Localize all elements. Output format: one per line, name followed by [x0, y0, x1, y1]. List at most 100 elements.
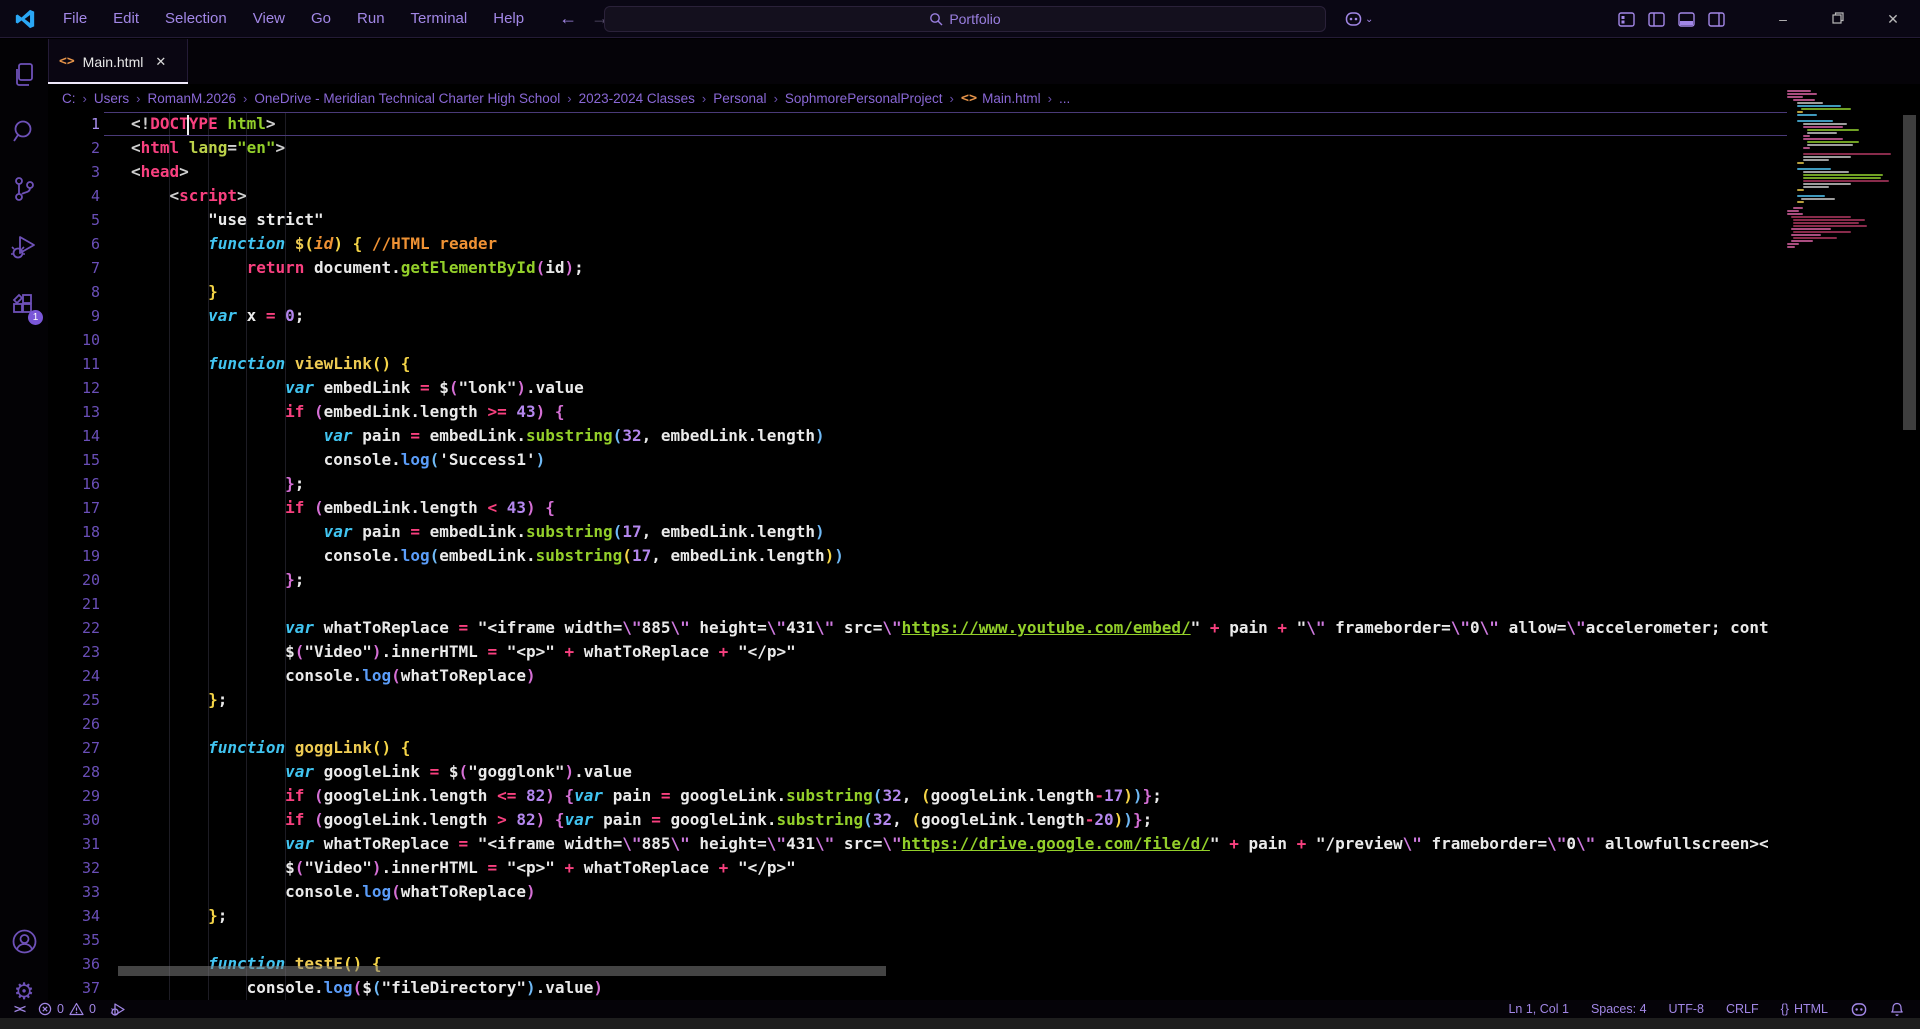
code-line-5[interactable]: 5 "use strict": [48, 208, 1787, 232]
minimap-row: [1803, 174, 1883, 176]
menu-item-view[interactable]: View: [240, 6, 298, 31]
code-line-19[interactable]: 19 console.log(embedLink.substring(17, e…: [48, 544, 1787, 568]
code-line-23[interactable]: 23 $("Video").innerHTML = "<p>" + whatTo…: [48, 640, 1787, 664]
code-line-20[interactable]: 20 };: [48, 568, 1787, 592]
code-line-16[interactable]: 16 };: [48, 472, 1787, 496]
account-button[interactable]: [0, 919, 48, 963]
code-line-14[interactable]: 14 var pain = embedLink.substring(32, em…: [48, 424, 1787, 448]
menu-item-go[interactable]: Go: [298, 6, 344, 31]
code-line-15[interactable]: 15 console.log('Success1'): [48, 448, 1787, 472]
breadcrumb-item[interactable]: Main.html: [982, 91, 1041, 106]
code-line-34[interactable]: 34 };: [48, 904, 1787, 928]
code-text: }: [118, 280, 218, 304]
code-line-13[interactable]: 13 if (embedLink.length >= 43) {: [48, 400, 1787, 424]
notifications-bell-icon[interactable]: [1890, 1002, 1904, 1017]
code-line-3[interactable]: 3<head>: [48, 160, 1787, 184]
tab-close-icon[interactable]: ✕: [155, 54, 166, 70]
code-line-21[interactable]: 21: [48, 592, 1787, 616]
vertical-scrollbar[interactable]: [1903, 115, 1916, 430]
code-line-25[interactable]: 25 };: [48, 688, 1787, 712]
line-number: 22: [48, 616, 118, 640]
minimap-row: [1807, 129, 1859, 131]
menu-item-selection[interactable]: Selection: [152, 6, 240, 31]
code-line-29[interactable]: 29 if (googleLink.length <= 82) {var pai…: [48, 784, 1787, 808]
cursor-position-status[interactable]: Ln 1, Col 1: [1508, 1002, 1568, 1016]
menu-item-file[interactable]: File: [50, 6, 100, 31]
minimize-button[interactable]: –: [1768, 11, 1798, 27]
remote-indicator[interactable]: ><: [14, 1002, 24, 1016]
breadcrumb-item[interactable]: SophmorePersonalProject: [785, 91, 943, 106]
menu-item-help[interactable]: Help: [480, 6, 537, 31]
toggle-primary-sidebar-icon[interactable]: [1648, 12, 1665, 27]
sidebar-item-search[interactable]: [0, 109, 48, 153]
code-line-1[interactable]: 1<!DOCTYPE html>: [48, 112, 1787, 136]
toggle-secondary-sidebar-icon[interactable]: [1708, 12, 1725, 27]
code-line-11[interactable]: 11 function viewLink() {: [48, 352, 1787, 376]
horizontal-scrollbar[interactable]: [118, 966, 886, 976]
code-line-4[interactable]: 4 <script>: [48, 184, 1787, 208]
code-line-37[interactable]: 37 console.log($("fileDirectory").value): [48, 976, 1787, 1000]
minimap-row: [1787, 210, 1799, 212]
breadcrumb-item[interactable]: Users: [94, 91, 129, 106]
menu-item-run[interactable]: Run: [344, 6, 398, 31]
customize-layout-icon[interactable]: [1618, 12, 1635, 27]
menu-item-terminal[interactable]: Terminal: [398, 6, 481, 31]
code-line-18[interactable]: 18 var pain = embedLink.substring(17, em…: [48, 520, 1787, 544]
code-line-27[interactable]: 27 function goggLink() {: [48, 736, 1787, 760]
tab-main-html[interactable]: <> Main.html ✕: [48, 39, 188, 84]
line-number: 24: [48, 664, 118, 688]
code-editor[interactable]: 1<!DOCTYPE html>2<html lang="en">3<head>…: [48, 112, 1787, 1003]
code-line-35[interactable]: 35: [48, 928, 1787, 952]
code-line-31[interactable]: 31 var whatToReplace = "<iframe width=\"…: [48, 832, 1787, 856]
line-number: 17: [48, 496, 118, 520]
problems-status[interactable]: 0 0: [38, 1002, 96, 1016]
code-line-10[interactable]: 10: [48, 328, 1787, 352]
debug-status-icon[interactable]: [110, 1002, 126, 1017]
sidebar-item-source-control[interactable]: [0, 167, 48, 211]
breadcrumb-item[interactable]: Personal: [713, 91, 766, 106]
code-line-30[interactable]: 30 if (googleLink.length > 82) {var pain…: [48, 808, 1787, 832]
copilot-menu-button[interactable]: ⌄: [1344, 0, 1373, 38]
line-number: 30: [48, 808, 118, 832]
command-search-box[interactable]: Portfolio: [604, 6, 1326, 32]
indentation-status[interactable]: Spaces: 4: [1591, 1002, 1647, 1016]
code-line-9[interactable]: 9 var x = 0;: [48, 304, 1787, 328]
code-line-32[interactable]: 32 $("Video").innerHTML = "<p>" + whatTo…: [48, 856, 1787, 880]
eol-status[interactable]: CRLF: [1726, 1002, 1759, 1016]
language-mode-status[interactable]: {} HTML: [1781, 1002, 1828, 1016]
breadcrumb-item[interactable]: OneDrive - Meridian Technical Charter Hi…: [254, 91, 560, 106]
code-line-6[interactable]: 6 function $(id) { //HTML reader: [48, 232, 1787, 256]
code-line-28[interactable]: 28 var googleLink = $("gogglonk").value: [48, 760, 1787, 784]
code-line-7[interactable]: 7 return document.getElementById(id);: [48, 256, 1787, 280]
code-line-33[interactable]: 33 console.log(whatToReplace): [48, 880, 1787, 904]
sidebar-item-extensions[interactable]: 1: [0, 283, 48, 327]
breadcrumb-item[interactable]: 2023-2024 Classes: [579, 91, 695, 106]
code-line-8[interactable]: 8 }: [48, 280, 1787, 304]
code-line-2[interactable]: 2<html lang="en">: [48, 136, 1787, 160]
restore-button[interactable]: [1823, 11, 1853, 27]
toggle-panel-icon[interactable]: [1678, 12, 1695, 27]
close-window-button[interactable]: ✕: [1878, 11, 1908, 28]
breadcrumb-item[interactable]: C:: [62, 91, 76, 106]
sidebar-item-run-debug[interactable]: [0, 225, 48, 269]
code-line-26[interactable]: 26: [48, 712, 1787, 736]
files-icon: [11, 61, 37, 89]
minimap-row: [1801, 198, 1835, 200]
line-number: 34: [48, 904, 118, 928]
breadcrumb-item[interactable]: RomanM.2026: [147, 91, 236, 106]
minimap-row: [1803, 123, 1847, 125]
minimap[interactable]: [1787, 90, 1903, 390]
code-text: <script>: [118, 184, 247, 208]
code-file-icon: <>: [59, 54, 75, 69]
code-line-24[interactable]: 24 console.log(whatToReplace): [48, 664, 1787, 688]
copilot-status-icon[interactable]: [1850, 1002, 1868, 1017]
sidebar-item-explorer[interactable]: [0, 53, 48, 97]
code-line-12[interactable]: 12 var embedLink = $("lonk").value: [48, 376, 1787, 400]
code-line-17[interactable]: 17 if (embedLink.length < 43) {: [48, 496, 1787, 520]
code-line-22[interactable]: 22 var whatToReplace = "<iframe width=\"…: [48, 616, 1787, 640]
menu-item-edit[interactable]: Edit: [100, 6, 152, 31]
minimap-row: [1793, 219, 1865, 221]
breadcrumb-item[interactable]: ...: [1059, 91, 1070, 106]
back-arrow-button[interactable]: ←: [559, 8, 577, 29]
encoding-status[interactable]: UTF-8: [1669, 1002, 1704, 1016]
